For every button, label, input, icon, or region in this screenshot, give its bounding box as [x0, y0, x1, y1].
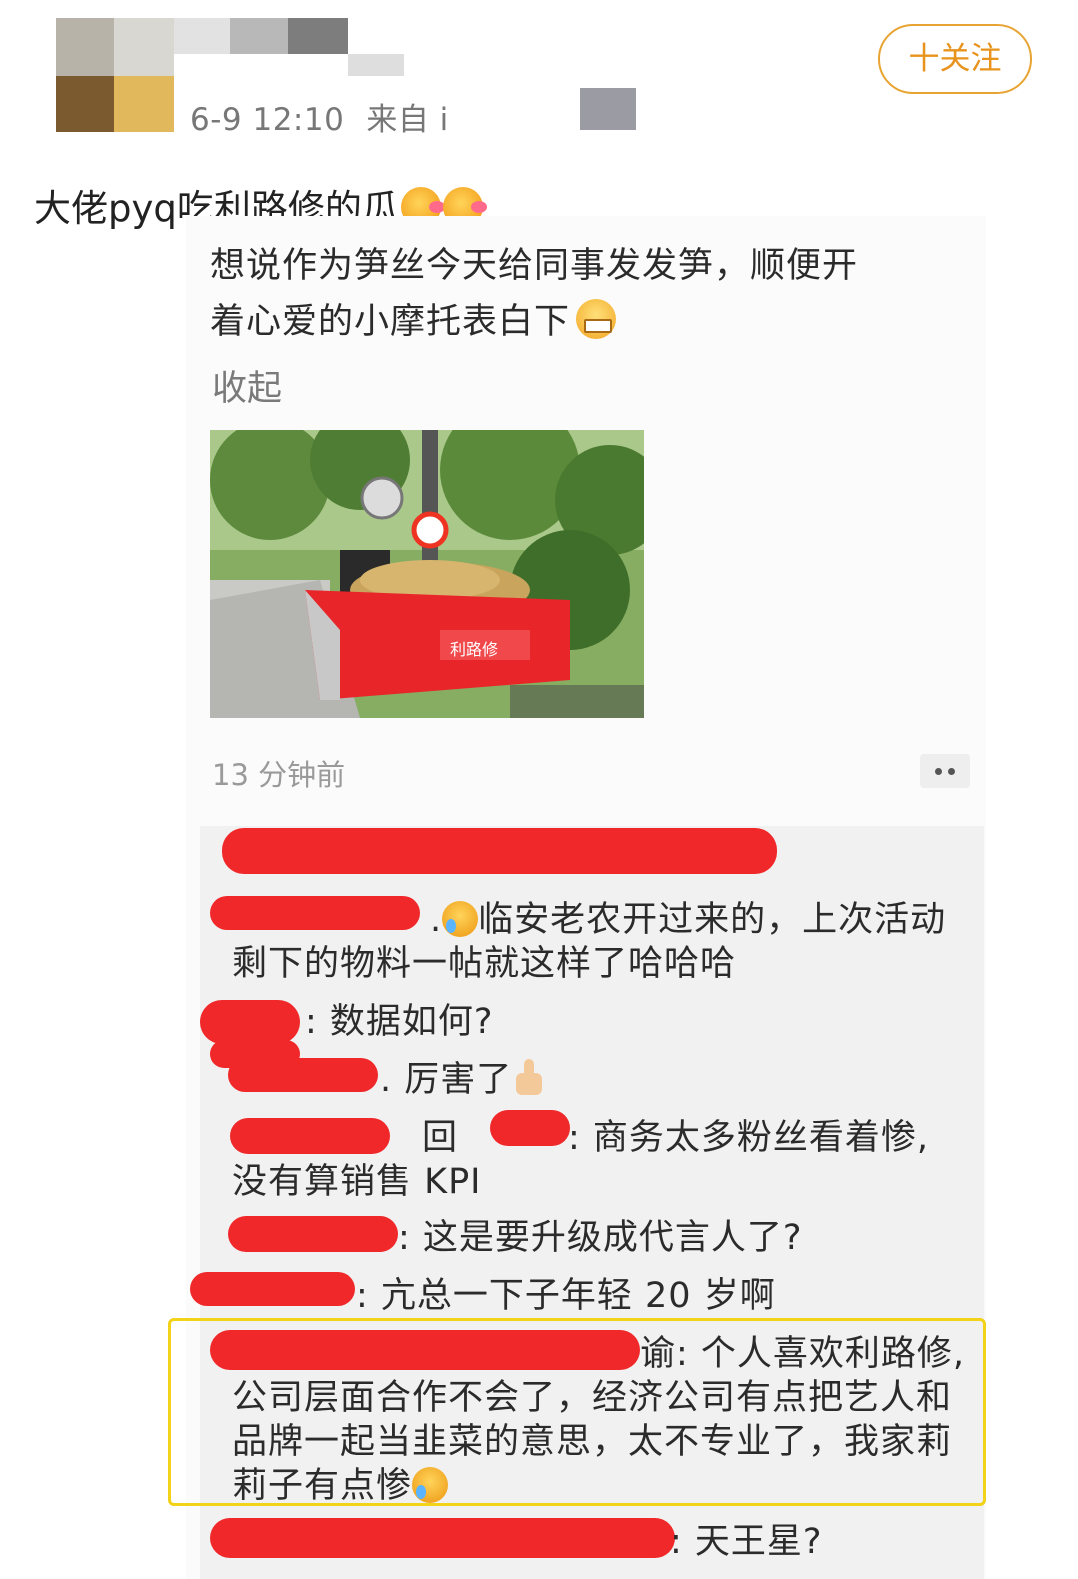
comment-text: . [430, 900, 443, 940]
comment-line: . 临安老农开过来的，上次活动 [430, 898, 946, 942]
more-options-button[interactable] [920, 754, 970, 788]
username-blur [288, 18, 348, 54]
redaction-bar [230, 1118, 390, 1154]
comment-line: 剩下的物料一帖就这样了哈哈哈 [232, 944, 737, 984]
follow-button[interactable]: 十关注 [878, 24, 1032, 94]
redaction-bar [228, 1058, 378, 1092]
grin-icon [576, 299, 617, 339]
comment-line: : 天王星? [670, 1522, 823, 1562]
comment-line: . 厉害了 [380, 1058, 548, 1102]
comment-line: 品牌一起当韭菜的意思，太不专业了，我家莉 [232, 1422, 953, 1462]
laugh-cry-icon [442, 901, 479, 937]
comment-line: 谕: 个人喜欢利路修, [640, 1334, 966, 1374]
comment-line: : 这是要升级成代言人了? [398, 1218, 803, 1258]
redaction-bar [190, 1272, 355, 1306]
moment-text-line: 着心爱的小摩托表白下 [210, 294, 980, 350]
moment-text-line: 想说作为笋丝今天给同事发发笋，顺便开 [210, 246, 859, 286]
comment-line: 公司层面合作不会了，经济公司有点把艺人和 [232, 1378, 953, 1418]
redaction-bar [200, 1000, 300, 1044]
post-meta: 6-9 12:10 来自 i [190, 94, 471, 139]
time-ago: 13 分钟前 [212, 758, 346, 792]
post-time: 6-9 12:10 [190, 102, 345, 138]
moment-text: 想说作为笋丝今天给同事发发笋，顺便开 着心爱的小摩托表白下 [210, 238, 980, 350]
photo-brand-text: 利路修 [450, 641, 498, 659]
photo-scene: 利路修 [210, 430, 644, 718]
comment-text: 临安老农开过来的，上次活动 [478, 900, 947, 940]
comment-line: : 亢总一下子年轻 20 岁啊 [356, 1276, 776, 1316]
redaction-bar [222, 828, 777, 874]
collapse-link[interactable]: 收起 [212, 360, 282, 411]
username-blur [348, 54, 404, 76]
dot-icon [948, 768, 955, 775]
redaction-bar [228, 1216, 398, 1252]
comment-line: 没有算销售 KPI [232, 1162, 482, 1202]
thumbs-up-icon [512, 1059, 548, 1097]
redaction-bar [210, 1518, 675, 1558]
laugh-cry-icon [412, 1467, 449, 1503]
redaction-bar [490, 1110, 570, 1146]
comment-line: : 商务太多粉丝看着惨, [568, 1118, 930, 1158]
comment-text: . 厉害了 [380, 1060, 513, 1100]
redaction-bar [210, 896, 420, 930]
comment-text: 莉子有点惨 [232, 1466, 413, 1506]
avatar[interactable] [56, 18, 174, 132]
username-blur [230, 18, 288, 54]
moment-photo[interactable]: 利路修 [210, 430, 644, 718]
username-blur [174, 18, 230, 54]
post-source: 来自 i [366, 102, 449, 138]
comment-line: 回 [422, 1118, 459, 1158]
moment-text-line2: 着心爱的小摩托表白下 [210, 302, 571, 342]
comment-line: 莉子有点惨 [232, 1464, 449, 1508]
dot-icon [935, 768, 942, 775]
comment-line: : 数据如何? [305, 1002, 494, 1042]
source-blur [580, 88, 636, 130]
